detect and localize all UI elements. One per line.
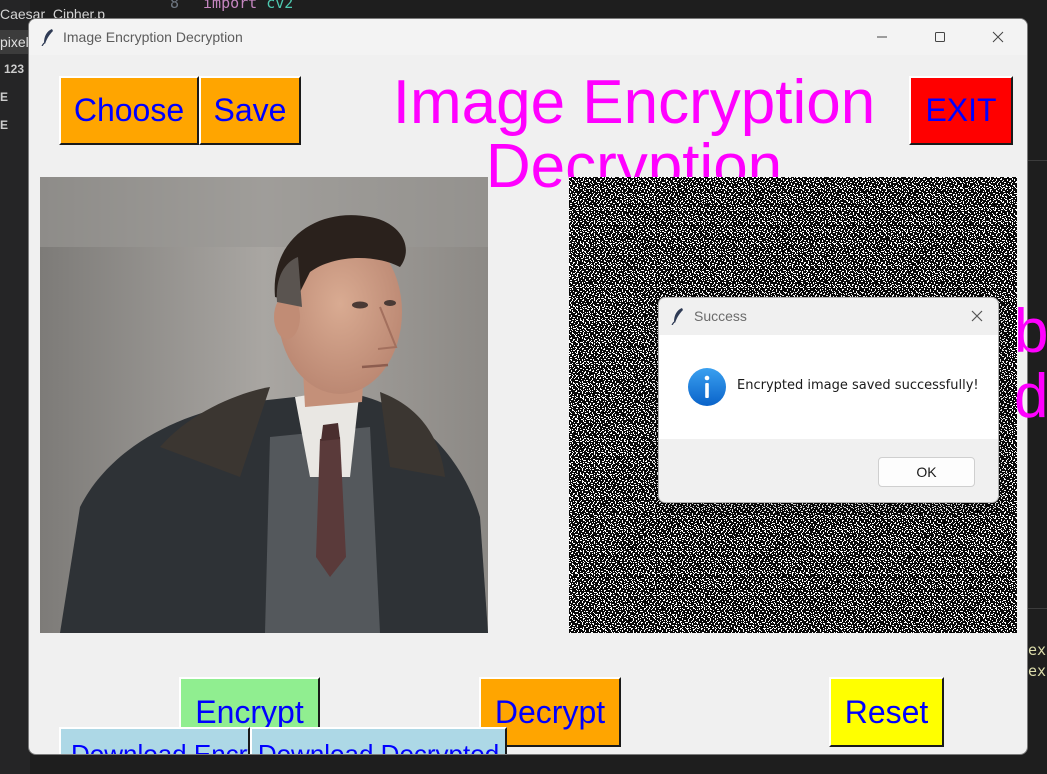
success-dialog: Success Encrypted image saved successful… bbox=[658, 297, 999, 503]
download-decrypted-button[interactable]: Download Decrypted bbox=[250, 727, 507, 754]
title-overflow-letter: d bbox=[1014, 362, 1047, 431]
feather-icon bbox=[671, 308, 683, 325]
ide-row-label: 123 bbox=[4, 62, 25, 76]
ide-row-label: E bbox=[0, 118, 9, 132]
exit-button[interactable]: EXIT bbox=[909, 76, 1013, 145]
title-overflow-letter: b bbox=[1014, 297, 1047, 366]
save-button[interactable]: Save bbox=[199, 76, 301, 145]
minimize-icon bbox=[877, 36, 887, 38]
ide-divider bbox=[1028, 608, 1047, 609]
dialog-close-button[interactable] bbox=[965, 306, 989, 326]
ok-button[interactable]: OK bbox=[878, 457, 975, 487]
ide-terminal-text: ex ex bbox=[1028, 640, 1046, 682]
portrait-photo bbox=[40, 177, 488, 633]
dialog-body: Encrypted image saved successfully! bbox=[659, 335, 998, 439]
close-button[interactable] bbox=[969, 19, 1027, 55]
dialog-title: Success bbox=[694, 308, 747, 324]
minimize-button[interactable] bbox=[853, 19, 911, 55]
dialog-message: Encrypted image saved successfully! bbox=[737, 378, 979, 393]
ide-row-label: E bbox=[0, 90, 9, 104]
code-module: cv2 bbox=[266, 0, 294, 12]
reset-button[interactable]: Reset bbox=[829, 677, 944, 747]
close-icon bbox=[971, 310, 983, 322]
feather-icon bbox=[41, 29, 53, 46]
window-titlebar[interactable]: Image Encryption Decryption bbox=[29, 19, 1027, 55]
maximize-icon bbox=[935, 32, 945, 42]
terminal-line: ex bbox=[1028, 662, 1047, 680]
line-number: 8 bbox=[170, 0, 180, 12]
window-title: Image Encryption Decryption bbox=[63, 29, 243, 45]
ide-sidebar bbox=[0, 0, 30, 774]
download-encrypted-button[interactable]: Download Encrypted bbox=[59, 727, 250, 754]
code-keyword: import bbox=[203, 0, 258, 12]
terminal-line: ex bbox=[1028, 641, 1047, 659]
ide-code-line: 8 import cv2 bbox=[170, 0, 293, 12]
choose-button[interactable]: Choose bbox=[59, 76, 199, 145]
maximize-button[interactable] bbox=[911, 19, 969, 55]
ide-divider bbox=[1028, 160, 1047, 161]
close-icon bbox=[992, 31, 1004, 43]
original-image bbox=[40, 177, 488, 633]
info-icon bbox=[688, 368, 726, 406]
